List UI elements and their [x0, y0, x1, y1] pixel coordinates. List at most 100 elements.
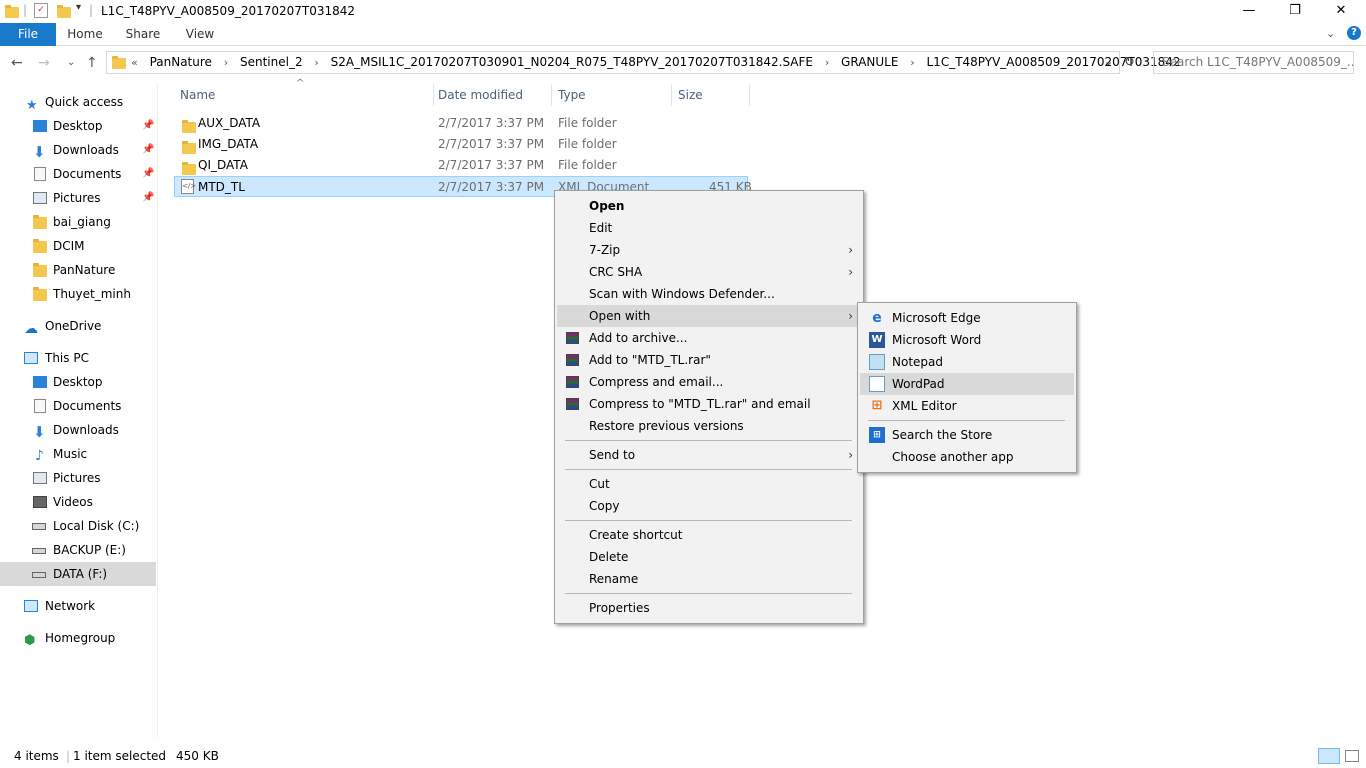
nav-qa-bai-giang[interactable]: bai_giang — [0, 210, 156, 234]
nav-pc-downloads[interactable]: ⬇ Downloads — [0, 418, 156, 442]
menu-item-add-to-rar[interactable]: Add to "MTD_TL.rar" — [557, 349, 861, 371]
breadcrumb-current[interactable]: L1C_T48PYV_A008509_20170207T031842 — [927, 55, 1181, 69]
menu-item-xml-editor[interactable]: ⊞ XML Editor — [860, 395, 1074, 417]
up-arrow-icon[interactable]: ↑ — [86, 55, 98, 71]
nav-pc-documents[interactable]: Documents — [0, 394, 156, 418]
nav-qa-pannature[interactable]: PanNature — [0, 258, 156, 282]
nav-qa-downloads[interactable]: ⬇ Downloads 📌 — [0, 138, 156, 162]
folder-icon — [33, 263, 47, 277]
menu-item-microsoft-edge[interactable]: e Microsoft Edge — [860, 307, 1074, 329]
forward-arrow-icon[interactable]: → — [38, 55, 50, 71]
menu-item-send-to[interactable]: Send to › — [557, 444, 861, 466]
nav-network[interactable]: Network — [0, 594, 156, 618]
tab-home[interactable]: Home — [62, 23, 108, 46]
xml-document-icon: </> — [181, 179, 196, 194]
chevron-right-icon[interactable]: › — [910, 56, 914, 69]
column-header-size[interactable]: Size — [670, 84, 750, 106]
properties-icon[interactable]: ✓ — [34, 3, 48, 18]
breadcrumb-safe[interactable]: S2A_MSIL1C_20170207T030901_N0204_R075_T4… — [331, 55, 813, 69]
nav-qa-desktop[interactable]: Desktop 📌 — [0, 114, 156, 138]
overflow-crumbs[interactable]: « — [131, 56, 138, 69]
pin-icon[interactable]: 📌 — [142, 162, 154, 186]
nav-quick-access[interactable]: ★ Quick access — [0, 90, 156, 114]
file-row[interactable]: QI_DATA 2/7/2017 3:37 PM File folder — [174, 155, 748, 176]
status-size: 450 KB — [176, 749, 219, 763]
menu-item-create-shortcut[interactable]: Create shortcut — [557, 524, 861, 546]
nav-homegroup[interactable]: ⬢ Homegroup — [0, 626, 156, 650]
menu-item-7zip[interactable]: 7-Zip › — [557, 239, 861, 261]
close-button[interactable]: ✕ — [1318, 0, 1364, 22]
nav-onedrive[interactable]: ☁ OneDrive — [0, 314, 156, 338]
menu-item-choose-another-app[interactable]: Choose another app — [860, 446, 1074, 468]
menu-item-rename[interactable]: Rename — [557, 568, 861, 590]
chevron-right-icon[interactable]: › — [314, 56, 318, 69]
menu-item-compress-rar-email[interactable]: Compress to "MTD_TL.rar" and email — [557, 393, 861, 415]
file-row[interactable]: IMG_DATA 2/7/2017 3:37 PM File folder — [174, 134, 748, 155]
download-icon: ⬇ — [33, 143, 46, 161]
pin-icon[interactable]: 📌 — [142, 114, 154, 138]
chevron-right-icon[interactable]: › — [825, 56, 829, 69]
menu-item-open-with[interactable]: Open with › — [557, 305, 861, 327]
nav-pc-backup-e[interactable]: BACKUP (E:) — [0, 538, 156, 562]
nav-pc-videos[interactable]: Videos — [0, 490, 156, 514]
refresh-icon[interactable]: ↻ — [1124, 55, 1135, 70]
tab-file[interactable]: File — [0, 23, 56, 46]
back-arrow-icon[interactable]: ← — [11, 55, 23, 71]
large-icons-view-icon[interactable] — [1345, 750, 1359, 762]
menu-item-open[interactable]: Open — [557, 195, 861, 217]
menu-separator — [565, 593, 852, 594]
menu-item-microsoft-word[interactable]: W Microsoft Word — [860, 329, 1074, 351]
nav-pc-music[interactable]: ♪ Music — [0, 442, 156, 466]
menu-item-crc-sha[interactable]: CRC SHA › — [557, 261, 861, 283]
address-dropdown-icon[interactable]: ⌄ — [1104, 55, 1113, 68]
customize-toolbar-icon[interactable]: ▾ — [76, 2, 81, 13]
drive-icon — [32, 548, 46, 554]
maximize-button[interactable]: ❐ — [1272, 0, 1318, 22]
search-input[interactable]: Search L1C_T48PYV_A008509_... — [1153, 51, 1354, 74]
nav-pc-pictures[interactable]: Pictures — [0, 466, 156, 490]
pin-icon[interactable]: 📌 — [142, 138, 154, 162]
menu-item-edit[interactable]: Edit — [557, 217, 861, 239]
breadcrumb-pannature[interactable]: PanNature — [150, 55, 212, 69]
breadcrumb-granule[interactable]: GRANULE — [841, 55, 898, 69]
menu-item-copy[interactable]: Copy — [557, 495, 861, 517]
chevron-right-icon[interactable]: › — [224, 56, 228, 69]
nav-pc-data-f[interactable]: DATA (F:) — [0, 562, 156, 586]
menu-item-add-to-archive[interactable]: Add to archive... — [557, 327, 861, 349]
menu-item-restore-versions[interactable]: Restore previous versions — [557, 415, 861, 437]
nav-this-pc[interactable]: This PC — [0, 346, 156, 370]
address-bar[interactable]: « PanNature › Sentinel_2 › S2A_MSIL1C_20… — [106, 51, 1181, 74]
details-view-icon[interactable] — [1318, 748, 1340, 764]
column-header-date[interactable]: Date modified — [430, 84, 552, 106]
tab-view[interactable]: View — [177, 23, 223, 46]
minimize-button[interactable]: — — [1226, 0, 1272, 22]
column-header-name[interactable]: Name — [172, 84, 434, 106]
menu-item-notepad[interactable]: Notepad — [860, 351, 1074, 373]
tab-share[interactable]: Share — [120, 23, 166, 46]
column-header-type[interactable]: Type — [550, 84, 672, 106]
nav-pc-desktop[interactable]: Desktop — [0, 370, 156, 394]
nav-qa-documents[interactable]: Documents 📌 — [0, 162, 156, 186]
recent-locations-icon[interactable]: ⌄ — [67, 57, 75, 68]
file-row[interactable]: AUX_DATA 2/7/2017 3:37 PM File folder — [174, 113, 748, 134]
nav-pc-local-disk-c[interactable]: Local Disk (C:) — [0, 514, 156, 538]
nav-qa-pictures[interactable]: Pictures 📌 — [0, 186, 156, 210]
pin-icon[interactable]: 📌 — [142, 186, 154, 210]
folder-icon — [33, 239, 47, 253]
menu-item-cut[interactable]: Cut — [557, 473, 861, 495]
nav-qa-thuyet-minh[interactable]: Thuyet_minh — [0, 282, 156, 306]
menu-item-scan-defender[interactable]: Scan with Windows Defender... — [557, 283, 861, 305]
chevron-right-icon: › — [848, 243, 853, 257]
menu-item-search-store[interactable]: ⊞ Search the Store — [860, 424, 1074, 446]
desktop-icon — [33, 120, 47, 132]
menu-item-compress-email[interactable]: Compress and email... — [557, 371, 861, 393]
nav-qa-dcim[interactable]: DCIM — [0, 234, 156, 258]
documents-icon — [34, 399, 46, 413]
menu-item-wordpad[interactable]: WordPad — [860, 373, 1074, 395]
menu-item-properties[interactable]: Properties — [557, 597, 861, 619]
breadcrumb-sentinel[interactable]: Sentinel_2 — [240, 55, 303, 69]
expand-ribbon-icon[interactable]: ⌄ — [1326, 27, 1335, 40]
new-folder-icon[interactable] — [57, 5, 71, 18]
menu-item-delete[interactable]: Delete — [557, 546, 861, 568]
help-icon[interactable]: ? — [1347, 26, 1361, 40]
